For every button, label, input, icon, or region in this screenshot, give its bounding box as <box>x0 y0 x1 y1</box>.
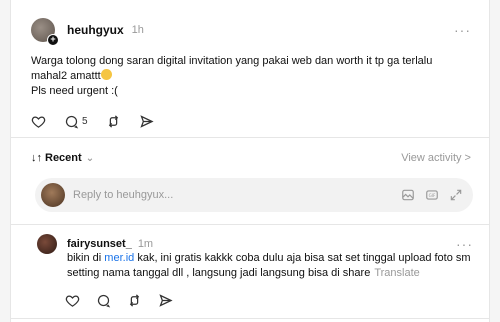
reply-attachments: GIF <box>401 188 463 202</box>
share-button[interactable] <box>158 293 173 308</box>
post-timestamp: 1h <box>131 24 144 36</box>
speech-bubble-icon <box>65 115 79 128</box>
reply-button[interactable]: 5 <box>64 114 88 129</box>
sort-bar: ↓↑ Recent ⌄ View activity > <box>31 150 471 166</box>
post-text: Warga tolong dong saran digital invitati… <box>31 55 433 97</box>
avatar[interactable] <box>37 234 57 254</box>
gif-icon[interactable]: GIF <box>425 188 439 202</box>
comment-username[interactable]: fairysunset_ <box>67 238 132 250</box>
divider <box>11 137 489 138</box>
reply-input[interactable] <box>73 189 401 201</box>
reply-composer: GIF <box>35 178 473 212</box>
translate-link[interactable]: Translate <box>374 267 419 279</box>
post-header: + heuhgyux 1h ··· <box>31 18 471 46</box>
reply-button[interactable] <box>96 293 111 308</box>
follow-plus-icon[interactable]: + <box>47 34 59 46</box>
repost-button[interactable] <box>127 293 142 308</box>
sort-dropdown[interactable]: ↓↑ Recent ⌄ <box>31 152 94 164</box>
like-button[interactable] <box>31 114 46 129</box>
comment-actions <box>65 293 473 308</box>
chevron-down-icon: ⌄ <box>85 152 95 164</box>
reply-count: 5 <box>82 115 88 127</box>
comment-link[interactable]: mer.id <box>104 252 134 264</box>
sort-arrows-icon: ↓↑ <box>31 152 42 164</box>
comment-header: fairysunset_ 1m ··· <box>37 234 473 254</box>
image-icon[interactable] <box>401 188 415 202</box>
current-user-avatar <box>41 183 65 207</box>
heart-icon <box>31 115 46 128</box>
expand-icon[interactable] <box>449 188 463 202</box>
comment: fairysunset_ 1m ··· bikin di mer.id kak,… <box>37 234 473 308</box>
main-post: + heuhgyux 1h ··· Warga tolong dong sara… <box>31 18 471 129</box>
divider <box>11 318 489 319</box>
svg-text:GIF: GIF <box>429 193 436 198</box>
more-options-icon[interactable]: ··· <box>456 236 473 252</box>
thread-card: + heuhgyux 1h ··· Warga tolong dong sara… <box>10 0 490 322</box>
send-icon <box>159 294 173 307</box>
comment-timestamp: 1m <box>137 238 154 250</box>
divider <box>11 224 489 225</box>
repost-icon <box>129 294 140 307</box>
post-username[interactable]: heuhgyux <box>67 23 124 37</box>
speech-bubble-icon <box>97 294 111 308</box>
comment-text: bikin di mer.id kak, ini gratis kakkk co… <box>67 252 471 279</box>
heart-icon <box>65 295 80 307</box>
like-button[interactable] <box>65 293 80 308</box>
sort-label: Recent <box>45 152 82 164</box>
smile-emoji-icon <box>100 69 112 80</box>
share-button[interactable] <box>139 114 154 129</box>
avatar[interactable]: + <box>31 18 59 46</box>
view-activity-link[interactable]: View activity > <box>401 152 471 164</box>
send-icon <box>139 114 154 128</box>
more-options-icon[interactable]: ··· <box>454 22 471 38</box>
repost-icon <box>108 114 118 128</box>
repost-button[interactable] <box>106 114 121 129</box>
post-actions: 5 <box>31 113 471 129</box>
